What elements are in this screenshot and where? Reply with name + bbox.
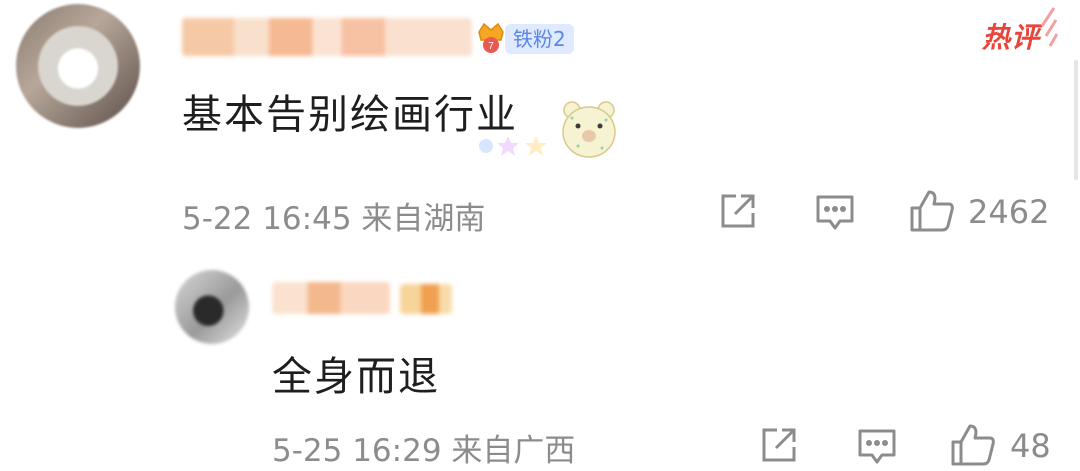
reply-location: 来自广西 [451,433,576,469]
comment-date: 5-22 16:45 [182,201,352,237]
reply-user-avatar[interactable] [175,270,249,344]
reply-badge-blurred [400,284,452,314]
thumbs-up-icon[interactable] [909,188,955,234]
reply-text: 全身而退 [272,354,440,400]
comment-meta: 5-22 16:45 来自湖南 [182,193,485,238]
hot-comment-label: 热评 [982,21,1041,54]
like-count: 2462 [968,193,1050,231]
bear-sticker [562,101,616,158]
username-blurred[interactable] [182,18,472,56]
hot-decoration-icon [1040,7,1058,47]
thumbs-up-icon[interactable] [950,422,996,468]
reply-icon[interactable] [814,193,856,233]
comment-bubble-decoration [479,136,547,156]
reply-like-count: 48 [1010,427,1051,465]
reply-meta: 5-25 16:29 来自广西 [272,425,575,470]
fan-level-badge: 铁粉2 [505,24,574,54]
share-icon[interactable] [759,425,799,465]
comment-text: 基本告别绘画行业 [182,92,518,138]
svg-text:7: 7 [488,41,494,52]
crown-icon: 7 [478,22,504,53]
user-avatar[interactable] [16,4,140,128]
scrollbar[interactable] [1074,60,1078,180]
reply-username-blurred[interactable] [272,282,390,314]
comment-location: 来自湖南 [361,201,486,237]
share-icon[interactable] [718,191,758,231]
reply-icon[interactable] [856,427,898,467]
reply-date: 5-25 16:29 [272,433,442,469]
